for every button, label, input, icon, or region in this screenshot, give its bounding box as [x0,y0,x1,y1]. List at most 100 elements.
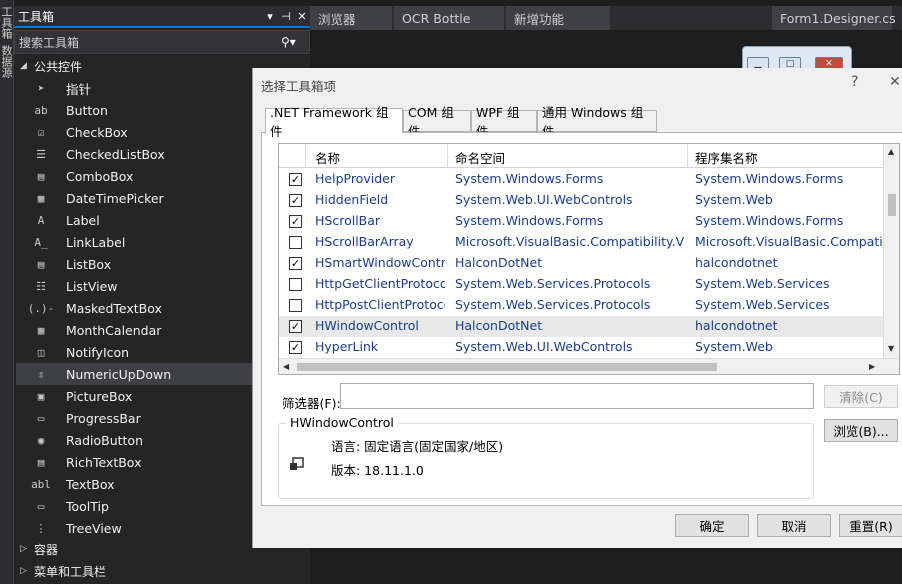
column-name[interactable]: 名称 [315,148,340,167]
toolbox-item-label: Label [66,212,100,228]
dialog-close-icon[interactable]: ✕ [889,74,901,90]
cancel-button[interactable]: 取消 [757,514,831,537]
toolbox-item-label: MonthCalendar [66,322,162,338]
grid-row[interactable]: ✓ HScrollBar System.Windows.Forms System.Wi… [279,211,883,232]
browse-button[interactable]: 浏览(B)... [824,419,898,442]
column-namespace[interactable]: 命名空间 [455,148,505,167]
filter-label: 筛选器(F): [282,396,341,411]
cell-name: HiddenField [315,192,389,207]
cell-assembly: halcondotnet [695,318,778,333]
toolbox-item-label: DateTimePicker [66,190,164,206]
grid-row[interactable]: ✓ HyperLink System.Web.UI.WebControls Syste… [279,337,883,358]
toolbox-item-label: ComboBox [66,168,134,184]
components-grid[interactable]: 名称 命名空间 程序集名称 ✓ HelpProvider System.Window… [278,143,900,375]
reset-button[interactable]: 重置(R) [839,514,902,537]
toolbox-item-label: ListBox [66,256,112,272]
category-containers[interactable]: ▷ 容器 [20,538,58,560]
grid-row[interactable]: HttpGetClientProtocol System.Web.Services… [279,274,883,295]
cell-name: HelpProvider [315,171,395,186]
button-icon: ab [34,103,48,117]
picturebox-icon: ▣ [37,389,45,403]
richtextbox-icon: ▤ [37,455,45,469]
toolbox-item-label: Button [66,102,108,118]
tab-wpf[interactable]: WPF 组件 [471,105,537,139]
close-icon[interactable]: ✕ [294,10,310,23]
row-checkbox[interactable]: ✓ [289,173,302,186]
vertical-scrollbar[interactable]: ▲ ▼ [883,144,899,358]
grid-header: 名称 命名空间 程序集名称 [279,144,883,168]
row-checkbox[interactable]: ✓ [289,257,302,270]
toolbox-item-label: MaskedTextBox [66,300,162,316]
expanded-icon: ◢ [20,61,27,71]
tab-net-framework[interactable]: .NET Framework 组件 [265,105,403,139]
cell-namespace: System.Web.UI.WebControls [455,192,633,207]
tab-panel: 名称 命名空间 程序集名称 ✓ HelpProvider System.Window… [261,132,902,506]
row-checkbox[interactable]: ✓ [289,341,302,354]
label-icon: A [37,213,45,227]
filter-input[interactable] [340,383,814,409]
grid-row[interactable]: HttpPostClientProtoco System.Web.Services… [279,295,883,316]
column-assembly[interactable]: 程序集名称 [695,148,758,167]
ok-button[interactable]: 确定 [675,514,749,537]
scroll-right-icon[interactable]: ▶ [869,362,875,371]
combobox-icon: ▤ [37,169,45,183]
scroll-thumb[interactable] [888,194,896,216]
progressbar-icon: ▭ [37,411,45,425]
category-menus-toolbars[interactable]: ▷ 菜单和工具栏 [20,560,106,582]
info-language: 语言: 固定语言(固定国家/地区) [331,439,504,454]
side-tab-datasource[interactable]: 数据源 [0,39,13,78]
cell-assembly: System.Windows.Forms [695,213,844,228]
scroll-up-icon[interactable]: ▲ [888,147,894,156]
side-tool-strip: 工具箱 数据源 [0,0,14,584]
side-tab-toolbox[interactable]: 工具箱 [0,0,13,39]
choose-toolbox-items-dialog: 选择工具箱项 ? ✕ .NET Framework 组件 COM 组件 WPF … [252,68,902,548]
help-icon[interactable]: ? [851,74,858,90]
hscroll-thumb[interactable] [297,363,717,371]
cell-assembly: Microsoft.VisualBasic.Compatibi [695,234,883,249]
checkbox-icon: ☑ [37,125,45,139]
pin-icon[interactable]: ⊣ [278,10,294,23]
horizontal-scrollbar[interactable]: ◀ ▶ [279,358,899,374]
tab-browser[interactable]: 浏览器 [310,6,392,30]
toolbox-search[interactable]: 搜索工具箱 ⚲▾ [14,30,310,54]
grid-row[interactable]: ✓ HWindowControl HalconDotNet halcondotnet [279,316,883,337]
tab-com[interactable]: COM 组件 [403,105,471,139]
row-checkbox[interactable]: ✓ [289,194,302,207]
category-label: 容器 [34,542,59,557]
tab-universal-windows[interactable]: 通用 Windows 组件 [537,105,657,139]
scroll-down-icon[interactable]: ▼ [888,344,894,353]
cell-assembly: System.Web [695,339,773,354]
toolbox-item-label: PictureBox [66,388,133,404]
cell-assembly: System.Web.Services [695,297,830,312]
cell-namespace: HalconDotNet [455,255,543,270]
cell-assembly: System.Windows.Forms [695,171,844,186]
row-checkbox[interactable] [289,278,302,291]
dropdown-icon[interactable]: ▾ [262,10,278,23]
toolbox-item-label: NumericUpDown [66,366,172,382]
row-checkbox[interactable]: ✓ [289,320,302,333]
clear-button[interactable]: 清除(C) [824,385,898,408]
category-common-controls[interactable]: ◢ 公共控件 [20,55,82,77]
tab-ocr-bottle[interactable]: OCR Bottle [394,6,504,30]
cell-namespace: System.Web.Services.Protocols [455,276,651,291]
row-checkbox[interactable] [289,299,302,312]
cell-name: HScrollBarArray [315,234,414,249]
listview-icon: ☷ [36,279,46,293]
dialog-title: 选择工具箱项 [261,79,337,94]
cell-namespace: System.Windows.Forms [455,213,604,228]
scroll-left-icon[interactable]: ◀ [283,362,289,371]
row-checkbox[interactable]: ✓ [289,215,302,228]
grid-row[interactable]: ✓ HSmartWindowContrc HalconDotNet halcondot… [279,253,883,274]
grid-row[interactable]: HScrollBarArray Microsoft.VisualBasic.Com… [279,232,883,253]
treeview-icon: ⋮ [35,521,47,535]
tab-whats-new[interactable]: 新增功能 [506,6,610,30]
row-checkbox[interactable] [289,236,302,249]
search-icon[interactable]: ⚲▾ [281,35,309,49]
pointer-icon: ➤ [37,81,45,95]
toolbox-item-label: LinkLabel [66,234,126,250]
grid-row[interactable]: ✓ HiddenField System.Web.UI.WebControls Sys… [279,190,883,211]
toolbox-header: 工具箱 ▾ ⊣ ✕ [14,6,310,28]
toolbox-search-input[interactable]: 搜索工具箱 [19,34,281,51]
tab-form1-designer[interactable]: Form1.Designer.cs [772,6,896,30]
grid-row[interactable]: ✓ HelpProvider System.Windows.Forms System.… [279,169,883,190]
